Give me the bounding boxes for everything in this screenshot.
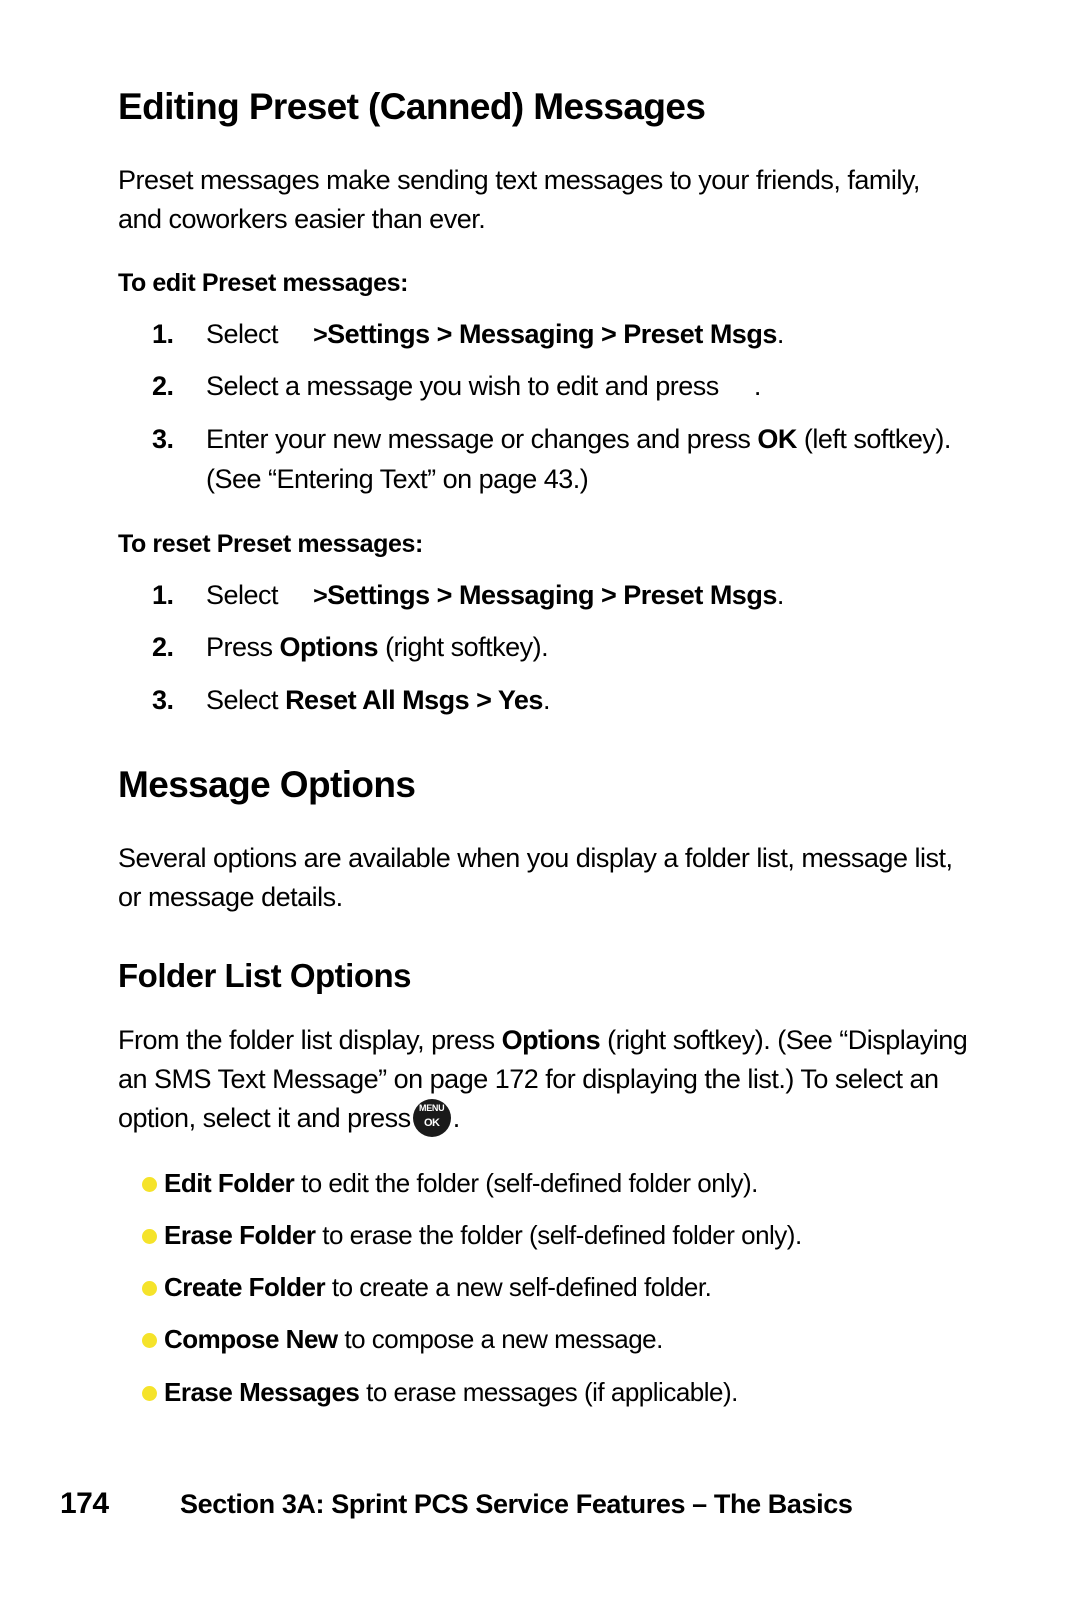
option-description: to erase the folder (self-defined folder… — [322, 1219, 802, 1250]
list-item: 2. Press Options (right softkey). — [118, 627, 968, 668]
option-label: Compose New — [164, 1324, 338, 1355]
option-description: to erase messages (if applicable). — [366, 1376, 738, 1407]
message-options-title: Message Options — [118, 764, 416, 806]
folder-list-options-paragraph: From the folder list display, press Opti… — [118, 1021, 968, 1138]
step-text: Select a message you wish to edit and pr… — [206, 371, 719, 402]
step-text: Press — [206, 632, 273, 663]
menu-path: Settings > Messaging > Preset Msgs — [327, 579, 777, 610]
footer-section-label: Section 3A: Sprint PCS Service Features … — [180, 1489, 853, 1519]
list-item: Create Folder to create a new self-defin… — [118, 1267, 968, 1307]
list-item: 1. Select >Settings > Messaging > Preset … — [118, 314, 968, 355]
paragraph-part3: . — [452, 1103, 461, 1134]
page-title: Editing Preset (Canned) Messages — [118, 86, 706, 127]
list-item: 2. Select a message you wish to edit and … — [118, 366, 968, 407]
option-label: Erase Messages — [164, 1376, 360, 1407]
step-text-rest: . — [542, 684, 551, 715]
option-description: to edit the folder (self-defined folder … — [301, 1167, 758, 1198]
step-number: 2. — [152, 371, 174, 402]
option-description: to compose a new message. — [344, 1324, 663, 1355]
bullet-dot-icon — [142, 1385, 157, 1401]
menu-ok-icon: MENU OK — [412, 1099, 451, 1138]
step-text: Select — [206, 318, 279, 349]
reset-preset-steps: 1. Select >Settings > Messaging > Preset … — [118, 575, 968, 721]
page-content: Editing Preset (Canned) Messages Preset … — [118, 86, 968, 1424]
bullet-dot-icon — [142, 1176, 157, 1192]
option-label: Erase Folder — [164, 1219, 316, 1250]
step-suffix: . — [776, 579, 785, 610]
edit-preset-lead-in: To edit Preset messages: — [118, 268, 409, 297]
softkey-label: Options — [279, 632, 379, 663]
list-item: Compose New to compose a new message. — [118, 1319, 968, 1359]
nav-arrow-icon: > — [313, 581, 328, 610]
list-item: 3. Select Reset All Msgs > Yes. — [118, 680, 968, 721]
manual-page: Editing Preset (Canned) Messages Preset … — [0, 0, 1080, 1620]
step-number: 1. — [152, 579, 174, 610]
step-text: Enter your new message or changes and pr… — [206, 423, 751, 454]
bullet-dot-icon — [142, 1333, 157, 1349]
step-text-rest: (right softkey). — [385, 632, 549, 663]
message-options-intro: Several options are available when you d… — [118, 842, 953, 913]
paragraph-part1: From the folder list display, press — [118, 1025, 495, 1056]
bullet-dot-icon — [142, 1228, 157, 1244]
list-item: Edit Folder to edit the folder (self-def… — [118, 1163, 968, 1203]
list-item: Erase Messages to erase messages (if app… — [118, 1372, 968, 1412]
reset-preset-lead-in: To reset Preset messages: — [118, 529, 423, 558]
step-suffix: . — [776, 318, 785, 349]
option-description: to create a new self-defined folder. — [331, 1272, 712, 1303]
softkey-label: Options — [501, 1025, 601, 1056]
menu-icon-top-label: MENU — [419, 1103, 445, 1114]
page-footer: 174 Section 3A: Sprint PCS Service Featu… — [60, 1487, 968, 1535]
step-number: 2. — [152, 632, 174, 663]
step-suffix: . — [753, 371, 762, 402]
edit-preset-steps: 1. Select >Settings > Messaging > Preset … — [118, 314, 968, 500]
bullet-dot-icon — [142, 1281, 157, 1297]
menu-path: Reset All Msgs > Yes — [285, 684, 543, 715]
option-label: Edit Folder — [164, 1167, 295, 1198]
step-number: 3. — [152, 423, 174, 454]
step-number: 1. — [152, 318, 174, 349]
list-item: 3. Enter your new message or changes and … — [118, 419, 968, 500]
nav-arrow-icon: > — [313, 320, 328, 349]
list-item: 1. Select >Settings > Messaging > Preset … — [118, 575, 968, 616]
step-text: Select — [206, 684, 279, 715]
page-number: 174 — [60, 1487, 109, 1520]
editing-preset-intro: Preset messages make sending text messag… — [118, 164, 920, 234]
folder-list-options-bullets: Edit Folder to edit the folder (self-def… — [118, 1163, 968, 1412]
menu-icon-bottom-label: OK — [423, 1117, 440, 1130]
list-item: Erase Folder to erase the folder (self-d… — [118, 1215, 968, 1255]
folder-list-options-title: Folder List Options — [118, 957, 412, 995]
step-text: Select — [206, 579, 279, 610]
menu-path: Settings > Messaging > Preset Msgs — [327, 318, 777, 349]
softkey-label: OK — [757, 423, 797, 454]
option-label: Create Folder — [164, 1272, 326, 1303]
step-number: 3. — [152, 684, 174, 715]
